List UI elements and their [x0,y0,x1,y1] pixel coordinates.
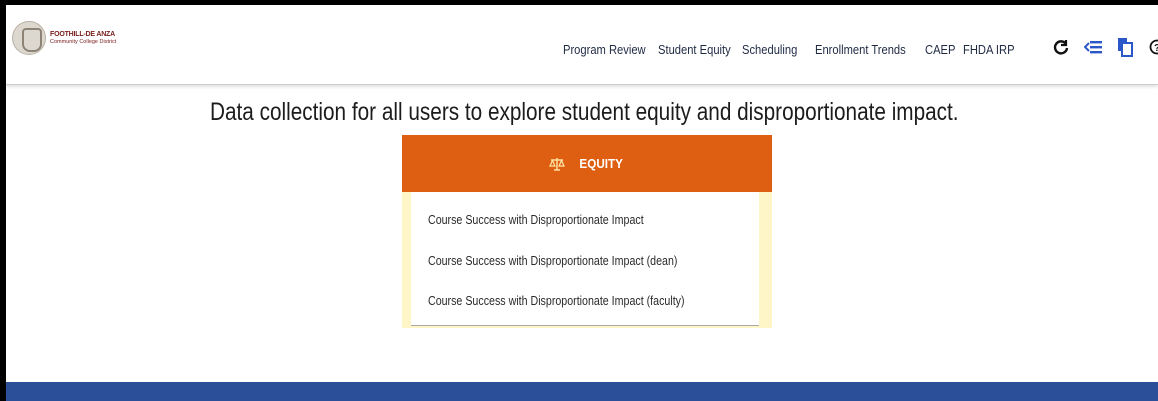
menu-toggle-icon[interactable] [1084,37,1102,57]
link-course-success-di[interactable]: Course Success with Disproportionate Imp… [428,212,644,227]
refresh-icon[interactable] [1052,37,1070,57]
header-icons: ? [1052,37,1158,57]
nav-caep[interactable]: CAEP [925,42,958,57]
nav-scheduling[interactable]: Scheduling [742,42,805,57]
page-frame: FOOTHILL-DE ANZA Community College Distr… [6,5,1158,401]
file-copy-icon[interactable] [1116,37,1134,57]
nav-fhda-irp[interactable]: FHDA IRP [963,42,1015,57]
help-icon[interactable]: ? [1148,37,1158,57]
logo-text: FOOTHILL-DE ANZA Community College Distr… [50,31,116,46]
nav-program-review[interactable]: Program Review [563,42,646,57]
logo-emblem [12,21,46,55]
nav-enrollment-trends[interactable]: Enrollment Trends [815,42,910,57]
top-navbar: FOOTHILL-DE ANZA Community College Distr… [6,5,1158,85]
scale-icon [548,156,565,172]
logo-line2: Community College District [50,38,117,45]
equity-card-header: EQUITY [402,135,772,192]
link-course-success-di-dean[interactable]: Course Success with Disproportionate Imp… [428,253,677,268]
nav-student-equity[interactable]: Student Equity [658,42,731,57]
logo-line1: FOOTHILL-DE ANZA [50,30,115,38]
link-course-success-di-faculty[interactable]: Course Success with Disproportionate Imp… [428,293,685,308]
svg-text:?: ? [1154,43,1158,54]
main-nav: Program Review Student Equity Scheduling… [563,39,1019,59]
equity-card: EQUITY Course Success with Disproportion… [402,135,772,328]
page-headline: Data collection for all users to explore… [210,98,959,126]
district-logo[interactable]: FOOTHILL-DE ANZA Community College Distr… [12,21,120,55]
equity-links-list: Course Success with Disproportionate Imp… [411,192,759,326]
equity-card-title: EQUITY [579,156,623,171]
footer-bar [6,382,1158,401]
